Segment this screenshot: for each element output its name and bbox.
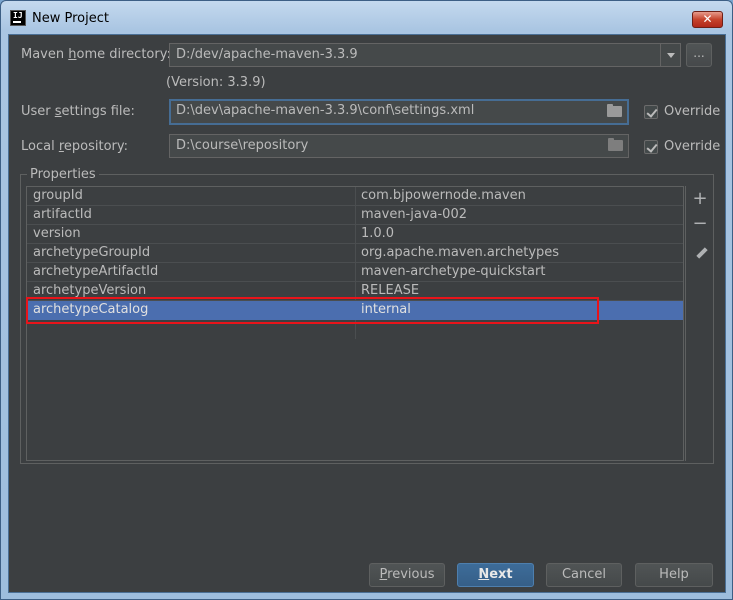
property-key: version — [33, 226, 81, 241]
user-settings-value: D:\dev\apache-maven-3.3.9\conf\settings.… — [176, 103, 475, 118]
table-row[interactable]: archetypeArtifactId maven-archetype-quick… — [27, 263, 683, 282]
maven-home-label: Maven home directory: — [21, 47, 171, 62]
local-repository-label: Local repository: — [21, 139, 129, 154]
property-value: maven-java-002 — [361, 207, 467, 222]
table-row[interactable]: archetypeGroupId org.apache.maven.archety… — [27, 244, 683, 263]
help-button[interactable]: Help — [635, 563, 713, 587]
property-value: RELEASE — [361, 283, 420, 298]
property-key: artifactId — [33, 207, 92, 222]
dialog-content: Maven home directory: D:/dev/apache-mave… — [8, 34, 726, 593]
maven-home-value: D:/dev/apache-maven-3.3.9 — [176, 47, 358, 62]
properties-toolbar: + − — [685, 186, 713, 461]
next-button[interactable]: Next — [457, 563, 534, 587]
table-row[interactable]: version 1.0.0 — [27, 225, 683, 244]
folder-icon[interactable] — [608, 138, 623, 151]
repository-override-label: Override — [664, 139, 721, 154]
repository-override-checkbox[interactable] — [644, 140, 658, 154]
property-value: com.bjpowernode.maven — [361, 188, 526, 203]
cancel-button[interactable]: Cancel — [546, 563, 622, 587]
property-key: archetypeGroupId — [33, 245, 151, 260]
chevron-down-icon[interactable] — [660, 44, 680, 66]
user-settings-field[interactable]: D:\dev\apache-maven-3.3.9\conf\settings.… — [169, 99, 629, 125]
property-value: org.apache.maven.archetypes — [361, 245, 560, 260]
close-icon: ✕ — [702, 12, 713, 26]
browse-maven-home-button[interactable]: ... — [686, 43, 712, 67]
local-repository-value: D:\course\repository — [176, 138, 309, 153]
properties-title: Properties — [27, 167, 99, 182]
settings-override-label: Override — [664, 104, 721, 119]
title-bar[interactable]: IJ New Project ✕ — [1, 1, 732, 37]
new-project-dialog: IJ New Project ✕ Maven home directory: D… — [0, 0, 733, 600]
property-value: maven-archetype-quickstart — [361, 264, 546, 279]
maven-version-text: (Version: 3.3.9) — [166, 75, 266, 90]
app-icon-text: IJ — [13, 11, 23, 20]
archetype-catalog-highlight-box — [26, 297, 599, 324]
local-repository-field[interactable]: D:\course\repository — [169, 134, 629, 158]
property-key: groupId — [33, 188, 83, 203]
property-value: 1.0.0 — [361, 226, 395, 241]
edit-pencil-icon[interactable] — [692, 241, 708, 259]
table-row[interactable]: artifactId maven-java-002 — [27, 206, 683, 225]
window-title: New Project — [32, 11, 109, 26]
previous-button[interactable]: Previous — [369, 563, 445, 587]
property-key: archetypeArtifactId — [33, 264, 159, 279]
intellij-app-icon: IJ — [10, 10, 26, 26]
table-row[interactable]: groupId com.bjpowernode.maven — [27, 187, 683, 206]
maven-home-dropdown[interactable]: D:/dev/apache-maven-3.3.9 — [169, 43, 681, 67]
add-icon[interactable]: + — [692, 190, 708, 208]
settings-override-checkbox[interactable] — [644, 105, 658, 119]
browse-label: ... — [693, 46, 705, 60]
property-key: archetypeVersion — [33, 283, 147, 298]
folder-icon[interactable] — [607, 104, 622, 117]
user-settings-label: User settings file: — [21, 104, 135, 119]
close-button[interactable]: ✕ — [692, 11, 723, 28]
remove-icon[interactable]: − — [692, 215, 708, 233]
